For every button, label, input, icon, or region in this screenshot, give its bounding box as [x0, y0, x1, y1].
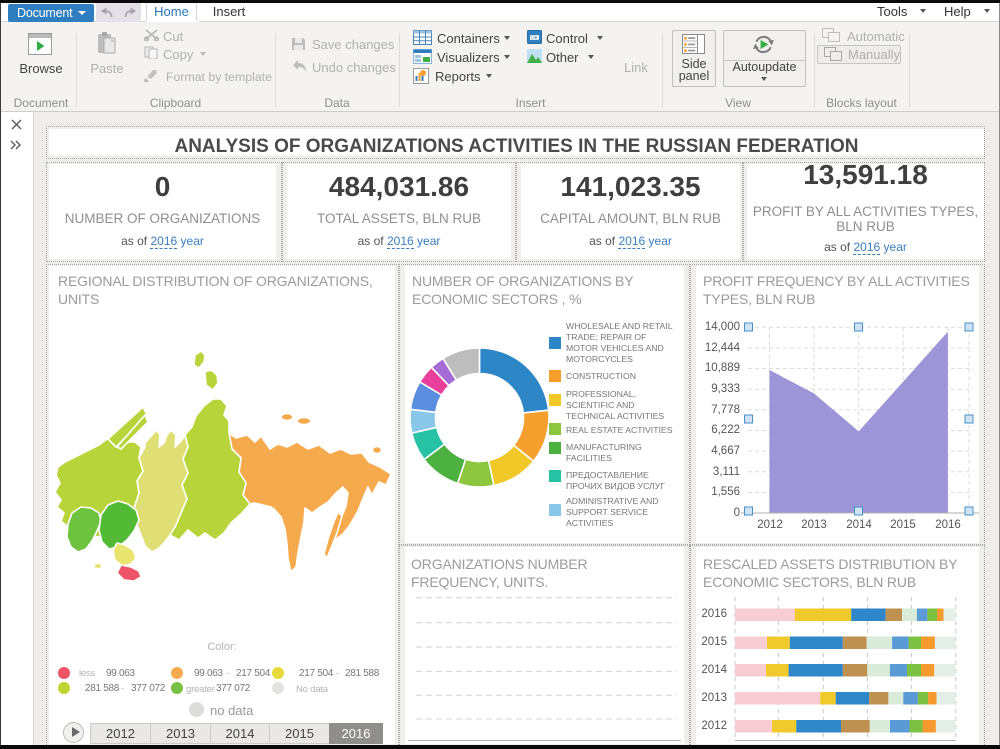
svg-text:OK: OK: [531, 35, 539, 41]
